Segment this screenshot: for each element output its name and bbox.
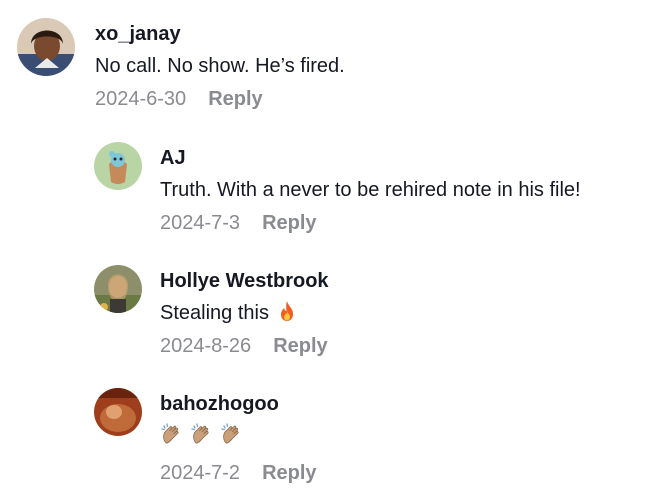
comment-username[interactable]: AJ [160,146,581,170]
clapping-hands-emoji-group [160,422,244,446]
comment-username[interactable]: Hollye Westbrook [160,269,329,293]
clapping-hands-icon [190,422,214,446]
avatar[interactable] [94,265,142,313]
avatar[interactable] [94,388,142,436]
comment-meta: 2024-7-3 Reply [160,211,581,235]
comment-date: 2024-8-26 [160,335,252,357]
reply-button[interactable]: Reply [262,461,316,485]
comment-text: Stealing this [160,300,329,326]
comment-text: Truth. With a never to be rehired note i… [160,179,581,201]
comment-meta: 2024-8-26 Reply [160,334,329,358]
fire-emoji-icon [277,300,297,322]
comment-date: 2024-6-30 [95,88,187,110]
comment-username[interactable]: xo_janay [95,22,345,46]
clapping-hands-icon [220,422,244,446]
comment-date: 2024-7-3 [160,212,241,234]
comment-meta: 2024-6-30 Reply [95,87,345,111]
comment-text [160,420,317,453]
reply-button[interactable]: Reply [273,334,327,358]
avatar[interactable] [17,18,75,76]
reply-button[interactable]: Reply [208,87,262,111]
clapping-hands-icon [160,422,184,446]
comment-date: 2024-7-2 [160,462,241,484]
comment-meta: 2024-7-2 Reply [160,461,317,485]
comment-username[interactable]: bahozhogoo [160,392,317,416]
reply-button[interactable]: Reply [262,211,316,235]
comment-text-content: Stealing this [160,302,269,324]
avatar[interactable] [94,142,142,190]
comment-text: No call. No show. He’s fired. [95,55,345,77]
